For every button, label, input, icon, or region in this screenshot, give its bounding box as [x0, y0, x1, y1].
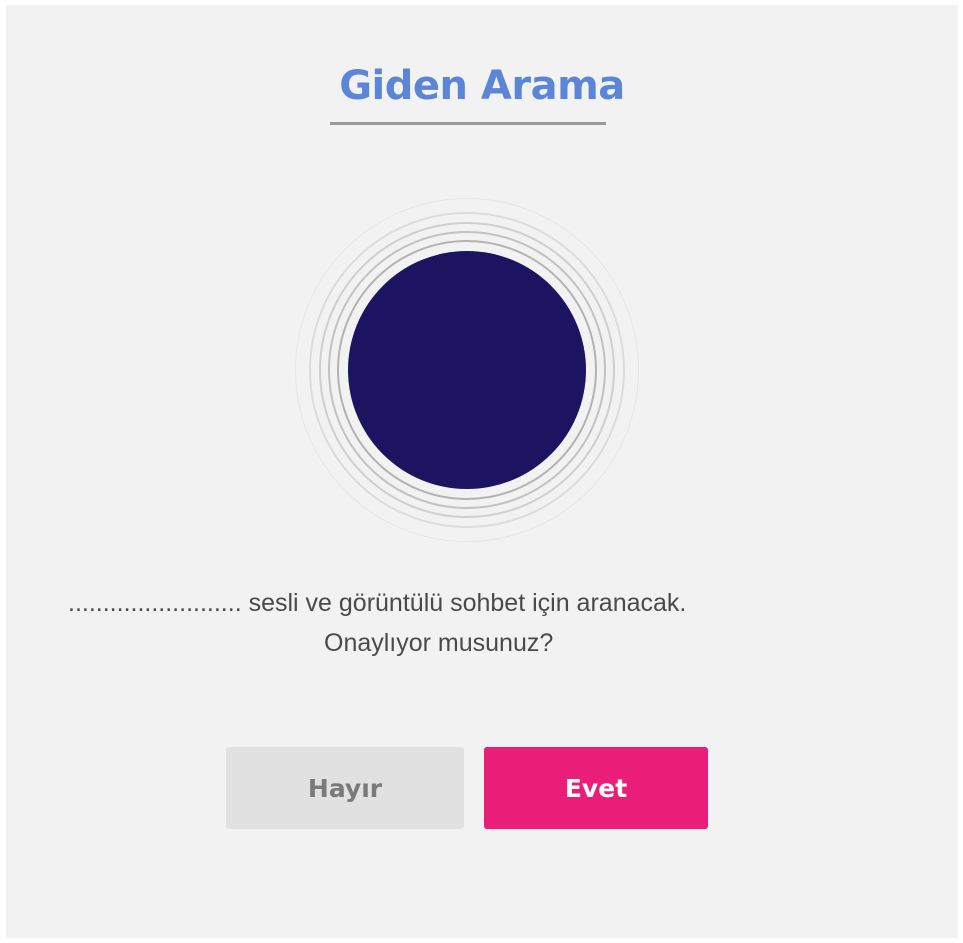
outgoing-call-dialog: Giden Arama ......................... se…: [6, 5, 958, 938]
contact-avatar: [348, 251, 586, 489]
dialog-title: Giden Arama: [339, 63, 625, 109]
no-button[interactable]: Hayır: [226, 747, 464, 829]
title-underline: [330, 122, 606, 125]
confirmation-question: Onaylıyor musunuz?: [324, 629, 554, 657]
yes-button[interactable]: Evet: [484, 747, 708, 829]
call-target-text: ......................... sesli ve görün…: [68, 589, 687, 617]
